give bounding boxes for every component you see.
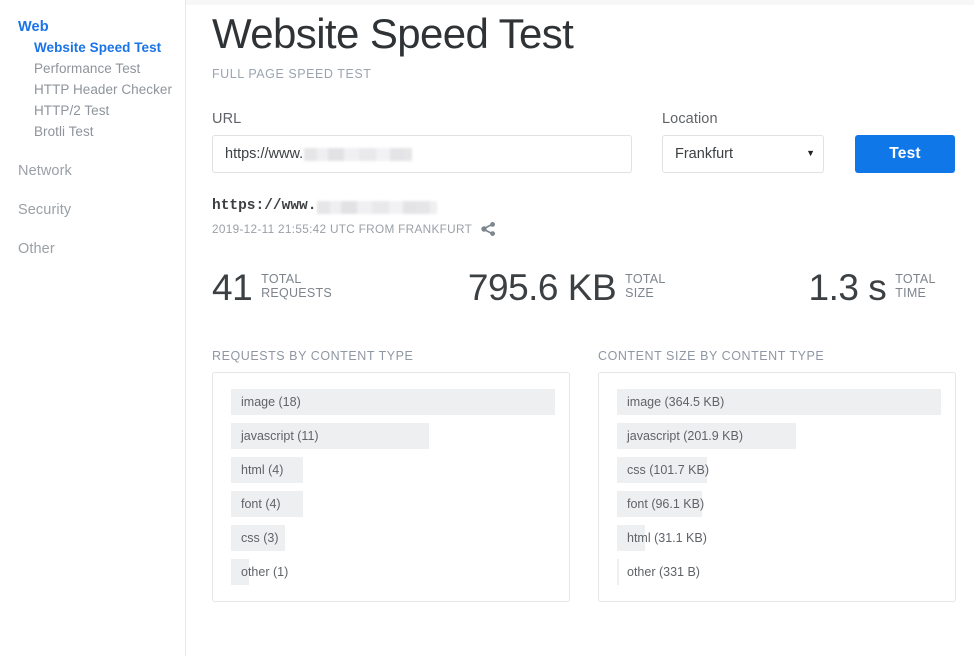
- main-content: Website Speed Test FULL PAGE SPEED TEST …: [186, 0, 974, 656]
- sidebar-group-web: Web Website Speed Test Performance Test …: [0, 17, 185, 142]
- location-field-group: Location Frankfurt ▼: [662, 111, 824, 173]
- chart-body: image (18) javascript (11) html (4) font (4…: [212, 372, 570, 602]
- bar-label: font (4): [231, 497, 281, 511]
- location-select-wrap: Frankfurt ▼: [662, 135, 824, 173]
- bar-label: html (31.1 KB): [617, 531, 707, 545]
- bar-label: image (364.5 KB): [617, 395, 724, 409]
- stat-total-time: 1.3 s TOTAL TIME: [809, 269, 936, 306]
- stat-total-size-label: TOTAL SIZE: [625, 272, 665, 300]
- sidebar-item-http2-test[interactable]: HTTP/2 Test: [0, 100, 185, 121]
- bar-label: other (1): [231, 565, 288, 579]
- stat-total-time-value: 1.3 s: [809, 269, 887, 306]
- result-url: https://www.: [212, 199, 974, 215]
- bar-label: css (3): [231, 531, 279, 545]
- url-input[interactable]: https://www.: [212, 135, 632, 173]
- page-title: Website Speed Test: [212, 10, 974, 58]
- sidebar-item-performance-test[interactable]: Performance Test: [0, 58, 185, 79]
- chart-title: REQUESTS BY CONTENT TYPE: [212, 349, 570, 363]
- chart-content-size-by-content-type: CONTENT SIZE BY CONTENT TYPE image (364.…: [598, 349, 956, 602]
- bar-row: font (4): [231, 491, 555, 517]
- bar-label: css (101.7 KB): [617, 463, 709, 477]
- share-icon[interactable]: [481, 222, 496, 236]
- result-meta: 2019-12-11 21:55:42 UTC FROM FRANKFURT: [212, 222, 974, 236]
- bar-row: javascript (201.9 KB): [617, 423, 941, 449]
- sidebar-item-http-header-checker[interactable]: HTTP Header Checker: [0, 79, 185, 100]
- url-label: URL: [212, 111, 632, 127]
- location-label: Location: [662, 111, 824, 127]
- page-root: Web Website Speed Test Performance Test …: [0, 0, 974, 656]
- bar-row: javascript (11): [231, 423, 555, 449]
- bar-row: other (331 B): [617, 559, 941, 585]
- charts-area: REQUESTS BY CONTENT TYPE image (18) javas…: [212, 349, 974, 602]
- sidebar-item-website-speed-test[interactable]: Website Speed Test: [0, 37, 185, 58]
- sidebar-spacer-2: [0, 181, 185, 200]
- bar-row: image (364.5 KB): [617, 389, 941, 415]
- bar-label: font (96.1 KB): [617, 497, 704, 511]
- bar-row: other (1): [231, 559, 555, 585]
- bar-row: html (31.1 KB): [617, 525, 941, 551]
- test-form: URL https://www. Location Frankfurt ▼ Te…: [212, 111, 974, 173]
- sidebar-group-label-other[interactable]: Other: [0, 239, 185, 259]
- bar-row: html (4): [231, 457, 555, 483]
- url-field-group: URL https://www.: [212, 111, 632, 173]
- bar-row: css (101.7 KB): [617, 457, 941, 483]
- sidebar-item-brotli-test[interactable]: Brotli Test: [0, 121, 185, 142]
- bar-label: image (18): [231, 395, 301, 409]
- bar-label: other (331 B): [617, 565, 700, 579]
- stat-total-requests: 41 TOTAL REQUESTS: [212, 269, 332, 306]
- stat-total-size: 795.6 KB TOTAL SIZE: [468, 269, 666, 306]
- stat-label-line1: TOTAL: [261, 272, 332, 286]
- sidebar-spacer-3: [0, 220, 185, 239]
- url-redacted-domain: [304, 148, 412, 161]
- stat-total-time-label: TOTAL TIME: [895, 272, 935, 300]
- bar-row: css (3): [231, 525, 555, 551]
- chart-requests-by-content-type: REQUESTS BY CONTENT TYPE image (18) javas…: [212, 349, 570, 602]
- result-header: https://www. 2019-12-11 21:55:42 UTC FRO…: [212, 199, 974, 236]
- page-subtitle: FULL PAGE SPEED TEST: [212, 67, 974, 81]
- sidebar-spacer-1: [0, 142, 185, 161]
- bar-label: javascript (11): [231, 429, 319, 443]
- stat-total-requests-label: TOTAL REQUESTS: [261, 272, 332, 300]
- sidebar-group-label-network[interactable]: Network: [0, 161, 185, 181]
- stat-label-line1: TOTAL: [895, 272, 935, 286]
- summary-stats: 41 TOTAL REQUESTS 795.6 KB TOTAL SIZE 1.…: [212, 269, 974, 306]
- result-url-text: https://www.: [212, 199, 316, 215]
- url-input-value: https://www.: [225, 146, 303, 162]
- bar-row: image (18): [231, 389, 555, 415]
- bar-row: font (96.1 KB): [617, 491, 941, 517]
- stat-total-size-value: 795.6 KB: [468, 269, 616, 306]
- stat-label-line1: TOTAL: [625, 272, 665, 286]
- stat-label-line2: REQUESTS: [261, 286, 332, 300]
- stat-total-requests-value: 41: [212, 269, 252, 306]
- stat-label-line2: SIZE: [625, 286, 665, 300]
- stat-label-line2: TIME: [895, 286, 935, 300]
- sidebar-group-label-security[interactable]: Security: [0, 200, 185, 220]
- result-timestamp: 2019-12-11 21:55:42 UTC FROM FRANKFURT: [212, 222, 472, 236]
- result-redacted-domain: [317, 201, 437, 214]
- chart-body: image (364.5 KB) javascript (201.9 KB) css…: [598, 372, 956, 602]
- sidebar-group-label-web[interactable]: Web: [0, 17, 185, 37]
- bar-label: html (4): [231, 463, 283, 477]
- chart-title: CONTENT SIZE BY CONTENT TYPE: [598, 349, 956, 363]
- test-button[interactable]: Test: [855, 135, 955, 173]
- sidebar: Web Website Speed Test Performance Test …: [0, 0, 186, 656]
- bar-label: javascript (201.9 KB): [617, 429, 743, 443]
- location-select[interactable]: Frankfurt: [662, 135, 824, 173]
